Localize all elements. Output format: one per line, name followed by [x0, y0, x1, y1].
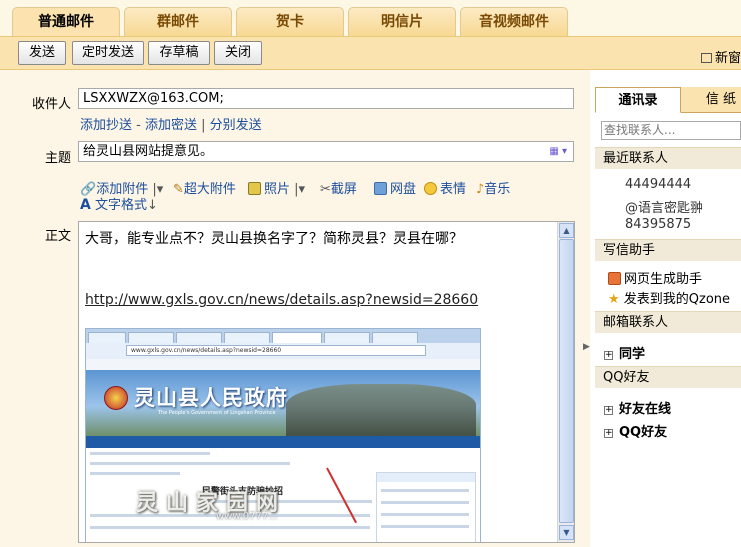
expand-plus-icon[interactable]: + [604, 351, 613, 360]
subject-label: 主题 [45, 151, 72, 166]
shot-side-panel [376, 472, 476, 542]
close-button[interactable]: 关闭 [214, 41, 262, 65]
shot-tab [372, 332, 418, 343]
tab-postcard[interactable]: 明信片 [348, 7, 456, 36]
large-paperclip-icon: ✎ [173, 182, 184, 197]
qq-friends-header[interactable]: QQ好友 [595, 366, 741, 388]
shot-nav [86, 436, 480, 448]
shot-side-title [377, 473, 475, 482]
shot-bookmarks [86, 359, 480, 370]
shot-address-bar: www.gxls.gov.cn/news/details.asp?newsid=… [86, 343, 480, 359]
recipient-links: 添加抄送 - 添加密送 | 分别发送 [80, 118, 262, 133]
recent-contact[interactable]: @语言密匙翀 [625, 197, 703, 216]
shot-text-line [381, 513, 469, 516]
webpage-helper-icon [608, 272, 621, 285]
shot-tab [324, 332, 370, 343]
smiley-icon [424, 182, 437, 195]
shot-url: www.gxls.gov.cn/news/details.asp?newsid=… [126, 345, 426, 356]
recent-contact[interactable]: 44494444 [625, 177, 691, 192]
qq-group-online[interactable]: + 好友在线 [604, 398, 671, 417]
photo-option[interactable]: 照片 |▾ [248, 178, 305, 197]
shot-text-line [90, 526, 370, 529]
shot-site-title: 灵山县人民政府 [134, 385, 288, 410]
expand-plus-icon[interactable]: + [604, 429, 613, 438]
text-format-icon: A [80, 197, 91, 213]
new-window-link[interactable]: 新窗 [700, 47, 741, 66]
shot-text-line [90, 452, 210, 455]
scissors-icon: ✂ [320, 182, 331, 197]
music-option[interactable]: ♪音乐 [476, 178, 510, 197]
shot-text-line [381, 501, 469, 504]
recent-contact[interactable]: 84395875 [625, 217, 691, 232]
recipient-label: 收件人 [32, 97, 72, 112]
contacts-sidebar: ▶ 通讯录 信 纸 查找联系人... 最近联系人 44494444 @语言密匙翀… [583, 70, 741, 547]
screenshot-option[interactable]: ✂截屏 [320, 178, 357, 197]
new-window-label: 新窗 [714, 51, 741, 66]
tab-letter-paper[interactable]: 信 纸 [699, 87, 741, 113]
new-window-icon [700, 53, 712, 63]
body-link[interactable]: http://www.gxls.gov.cn/news/details.asp?… [85, 292, 478, 308]
tab-greeting-card[interactable]: 贺卡 [236, 7, 344, 36]
large-attachment-option[interactable]: ✎超大附件 [173, 178, 236, 197]
shot-banner: 灵山县人民政府 The People's Government of Lings… [86, 370, 480, 436]
webpage-helper-link[interactable]: 网页生成助手 [608, 268, 702, 287]
text-format-option[interactable]: A 文字格式↓ [80, 194, 158, 213]
national-emblem-icon [104, 386, 128, 410]
tab-contacts[interactable]: 通讯录 [595, 87, 681, 113]
scroll-up-icon[interactable]: ▲ [559, 223, 574, 238]
scheduled-send-button[interactable]: 定时发送 [72, 41, 144, 65]
add-bcc-link[interactable]: 添加密送 [145, 118, 197, 133]
tab-normal-mail[interactable]: 普通邮件 [12, 7, 120, 37]
subject-value: 给灵山县网站提意见。 [83, 144, 214, 159]
shot-tab [128, 332, 174, 343]
contact-group-classmates[interactable]: + 同学 [604, 343, 645, 362]
collapse-arrow-icon[interactable]: ▶ [583, 342, 590, 352]
compose-area: 收件人 LSXXWZX@163.COM; 添加抄送 - 添加密送 | 分别发送 … [0, 70, 590, 547]
shot-tab [176, 332, 222, 343]
subject-input[interactable]: 给灵山县网站提意见。 ▦ ▾ [78, 141, 574, 162]
qq-group-friends[interactable]: + QQ好友 [604, 421, 667, 440]
netdisk-option[interactable]: 网盘 [374, 178, 416, 197]
photo-icon [248, 182, 261, 195]
netdisk-icon [374, 182, 387, 195]
shot-tab [224, 332, 270, 343]
shot-site-subtitle: The People's Government of Lingshan Prov… [158, 410, 276, 416]
shot-text-line [90, 472, 180, 475]
shot-buffalo-photo [286, 384, 476, 436]
embedded-screenshot: www.gxls.gov.cn/news/details.asp?newsid=… [85, 328, 481, 542]
writing-helper-header[interactable]: 写信助手 [595, 239, 741, 261]
shot-text-line [90, 462, 290, 465]
recipient-input[interactable]: LSXXWZX@163.COM; [78, 88, 574, 109]
expand-plus-icon[interactable]: + [604, 406, 613, 415]
scroll-thumb[interactable] [559, 239, 574, 523]
body-editor[interactable]: 大哥，能专业点不？灵山县换名字了？简称灵县？灵县在哪？ http://www.g… [78, 221, 575, 543]
shot-text-line [381, 525, 469, 528]
watermark-url: www.0777... [216, 511, 278, 522]
mail-type-tabbar: 普通邮件 群邮件 贺卡 明信片 音视频邮件 [0, 0, 741, 37]
scroll-down-icon[interactable]: ▼ [559, 525, 574, 540]
tab-group-mail[interactable]: 群邮件 [124, 7, 232, 36]
sidebar-tabs: 通讯录 信 纸 [595, 87, 741, 113]
shot-text-line [381, 489, 469, 492]
save-draft-button[interactable]: 存草稿 [148, 41, 210, 65]
subject-color-icon[interactable]: ▦ ▾ [549, 142, 567, 161]
send-button[interactable]: 发送 [18, 41, 66, 65]
separate-send-link[interactable]: 分别发送 [210, 118, 262, 133]
qzone-publish-link[interactable]: ★ 发表到我的Qzone [608, 288, 730, 307]
shot-tab [272, 332, 322, 343]
body-label: 正文 [45, 229, 72, 244]
shot-browser-tabs [86, 329, 480, 343]
shot-tab [88, 332, 126, 343]
compose-toolbar: 发送 定时发送 存草稿 关闭 新窗 [0, 36, 741, 70]
contact-search-input[interactable]: 查找联系人... [601, 121, 741, 140]
star-icon: ★ [608, 292, 620, 307]
tab-av-mail[interactable]: 音视频邮件 [460, 7, 568, 36]
recent-contacts-header[interactable]: 最近联系人 [595, 147, 741, 169]
body-scrollbar[interactable]: ▲ ▼ [557, 222, 574, 542]
add-cc-link[interactable]: 添加抄送 [80, 118, 132, 133]
mailbox-contacts-header[interactable]: 邮箱联系人 [595, 311, 741, 333]
emoji-option[interactable]: 表情 [424, 178, 466, 197]
body-text: 大哥，能专业点不？灵山县换名字了？简称灵县？灵县在哪？ [85, 231, 463, 247]
